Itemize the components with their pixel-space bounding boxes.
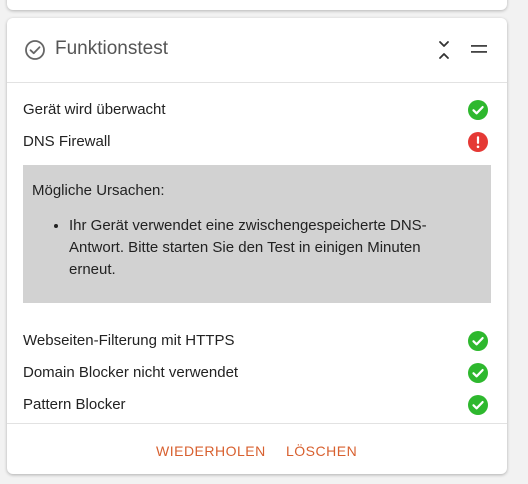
check-label: Domain Blocker nicht verwendet [23, 364, 239, 381]
check-label: Gerät wird überwacht [23, 101, 166, 118]
card-footer: WIEDERHOLEN LÖSCHEN [7, 423, 507, 474]
causes-list: Ihr Gerät verwendet eine zwischengespeic… [23, 215, 459, 281]
check-row-monitored: Gerät wird überwacht [23, 98, 493, 122]
check-label: DNS Firewall [23, 133, 111, 150]
retry-button[interactable]: WIEDERHOLEN [156, 442, 266, 460]
success-icon [468, 363, 488, 383]
error-icon [468, 132, 488, 152]
menu-icon[interactable] [471, 43, 487, 55]
success-icon [468, 395, 488, 415]
check-row-dns-firewall: DNS Firewall [23, 130, 493, 154]
success-icon [468, 331, 488, 351]
collapse-icon[interactable] [437, 40, 451, 60]
check-row-pattern-blocker: Pattern Blocker [23, 393, 493, 417]
check-row-domain-blocker: Domain Blocker nicht verwendet [23, 361, 493, 385]
success-icon [468, 100, 488, 120]
check-label: Pattern Blocker [23, 396, 126, 413]
cause-item: Ihr Gerät verwendet eine zwischengespeic… [69, 215, 459, 281]
check-row-https-filtering: Webseiten-Filterung mit HTTPS [23, 329, 493, 353]
possible-causes-box: Mögliche Ursachen: Ihr Gerät verwendet e… [23, 165, 491, 303]
card-title: Funktionstest [55, 38, 168, 59]
check-label: Webseiten-Filterung mit HTTPS [23, 332, 235, 349]
check-circle-outline-icon [25, 40, 45, 60]
function-test-card: Funktionstest Gerät wird überwacht DNS F… [7, 18, 507, 474]
previous-card-edge [7, 0, 507, 10]
delete-button[interactable]: LÖSCHEN [286, 442, 357, 460]
card-header: Funktionstest [7, 18, 507, 83]
possible-causes-heading: Mögliche Ursachen: [32, 182, 165, 199]
